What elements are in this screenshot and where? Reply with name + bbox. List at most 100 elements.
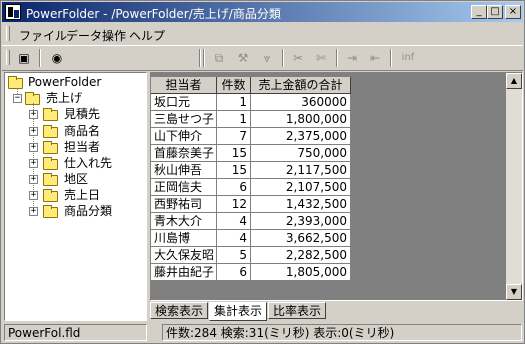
table-cell[interactable]: 秋山伸吾 — [151, 162, 217, 179]
column-header[interactable]: 件数 — [217, 77, 251, 94]
table-cell[interactable]: 1 — [217, 94, 251, 111]
table-cell[interactable]: 12 — [217, 196, 251, 213]
maximize-icon: □ — [490, 6, 500, 17]
info-icon[interactable]: inf — [397, 50, 419, 66]
menu-help[interactable]: ヘルプ — [129, 27, 165, 44]
menu-bar: ファイル データ操作 ヘルプ — [2, 23, 523, 44]
table-cell[interactable]: 2,393,000 — [251, 213, 351, 230]
table-cell[interactable]: 大久保友昭 — [151, 247, 217, 264]
expand-icon[interactable]: + — [29, 143, 38, 152]
status-info: 件数:284 検索:31(ミリ秒) 表示:0(ミリ秒) — [162, 324, 522, 341]
tree-item-label: 売上げ — [46, 91, 83, 105]
table-cell[interactable]: 山下伸介 — [151, 128, 217, 145]
hammer-icon[interactable]: ⚒ — [234, 50, 252, 66]
folder-icon — [43, 173, 58, 186]
minimize-button[interactable]: _ — [471, 5, 487, 19]
scroll-up-icon[interactable]: ▲ — [506, 73, 522, 89]
title-bar[interactable]: PowerFolder - /PowerFolder/売上げ/商品分類 _ □ … — [2, 2, 523, 22]
table-cell[interactable]: 4 — [217, 230, 251, 247]
folder-icon — [43, 125, 58, 138]
table-cell[interactable]: 2,117,500 — [251, 162, 351, 179]
table-cell[interactable]: 750,000 — [251, 145, 351, 162]
app-icon[interactable] — [5, 4, 21, 20]
collapse-icon[interactable]: − — [13, 94, 22, 103]
tree-item-label: 見積先 — [64, 107, 101, 121]
table-cell[interactable]: 1,805,000 — [251, 264, 351, 281]
table-cell[interactable]: 15 — [217, 145, 251, 162]
menu-file[interactable]: ファイル — [19, 27, 67, 44]
folder-icon — [43, 108, 58, 121]
toolbar: ▣ ◉ ⧉ ⚒ ⩔ ✂ ✄ ⇥ ⇤ inf — [2, 45, 523, 71]
table-cell[interactable]: 正岡信夫 — [151, 179, 217, 196]
column-header[interactable]: 担当者 — [151, 77, 217, 94]
tree-item-label: 地区 — [64, 172, 89, 186]
import-icon[interactable]: ⇤ — [366, 50, 384, 66]
toolbar-separator — [203, 49, 205, 67]
scissors-icon[interactable]: ✂ — [289, 50, 307, 66]
menu-grip — [6, 26, 10, 41]
status-bar: PowerFol.fld 件数:284 検索:31(ミリ秒) 表示:0(ミリ秒) — [2, 323, 523, 342]
expand-icon[interactable]: + — [29, 207, 38, 216]
table-cell[interactable]: 2,375,000 — [251, 128, 351, 145]
toolbar-separator — [282, 49, 284, 67]
tree-item-label: 商品分類 — [64, 204, 113, 218]
table-cell[interactable]: 5 — [217, 247, 251, 264]
window-title: PowerFolder - /PowerFolder/売上げ/商品分類 — [26, 7, 281, 21]
eye-icon[interactable]: ◉ — [48, 50, 66, 66]
maximize-button[interactable]: □ — [487, 5, 503, 19]
table-cell[interactable]: 3,662,500 — [251, 230, 351, 247]
table-cell[interactable]: 藤井由紀子 — [151, 264, 217, 281]
close-button[interactable]: × — [505, 5, 521, 19]
table-cell[interactable]: 2,107,500 — [251, 179, 351, 196]
table-cell[interactable]: 15 — [217, 162, 251, 179]
tab-search-view[interactable]: 検索表示 — [150, 302, 208, 319]
copy-icon[interactable]: ⧉ — [210, 50, 228, 66]
tab-ratio-view[interactable]: 比率表示 — [268, 302, 326, 319]
table-cell[interactable]: 360000 — [251, 94, 351, 111]
expand-icon[interactable]: + — [29, 191, 38, 200]
expand-icon[interactable]: + — [29, 159, 38, 168]
folder-icon — [43, 205, 58, 218]
table-cell[interactable]: 青木大介 — [151, 213, 217, 230]
table-cell[interactable]: 1,800,000 — [251, 111, 351, 128]
folder-icon — [8, 76, 23, 89]
tab-summary-view[interactable]: 集計表示 — [209, 302, 267, 321]
table-cell[interactable]: 三島せつ子 — [151, 111, 217, 128]
cut-icon[interactable]: ✄ — [312, 50, 330, 66]
folder-icon — [43, 157, 58, 170]
filter-icon[interactable]: ⩔ — [258, 50, 276, 66]
close-icon: × — [508, 6, 518, 17]
table-cell[interactable]: 1,432,500 — [251, 196, 351, 213]
folder-icon — [43, 141, 58, 154]
minimize-icon: _ — [476, 6, 482, 17]
table-cell[interactable]: 2,282,500 — [251, 247, 351, 264]
column-header[interactable]: 売上金額の合計 — [251, 77, 351, 94]
tree-item-label: 担当者 — [64, 140, 101, 154]
table-cell[interactable]: 4 — [217, 213, 251, 230]
export-icon[interactable]: ⇥ — [343, 50, 361, 66]
table-cell[interactable]: 首藤奈美子 — [151, 145, 217, 162]
table-cell[interactable]: 6 — [217, 179, 251, 196]
table-cell[interactable]: 7 — [217, 128, 251, 145]
table-cell[interactable]: 西野祐司 — [151, 196, 217, 213]
scroll-down-icon[interactable]: ▼ — [506, 284, 522, 300]
menu-data-operation[interactable]: データ操作 — [66, 27, 126, 44]
folder-icon — [43, 189, 58, 202]
chart-icon[interactable]: ▣ — [15, 50, 33, 66]
expand-icon[interactable]: + — [29, 175, 38, 184]
toolbar-separator — [39, 49, 41, 67]
tree-item-label: 仕入れ先 — [64, 156, 113, 170]
toolbar-grip — [6, 50, 10, 65]
table-cell[interactable]: 川島博 — [151, 230, 217, 247]
table-cell[interactable]: 1 — [217, 111, 251, 128]
folder-tree[interactable]: PowerFolder − 売上げ + 見積先 + 商品名 + 担当者 + 仕入… — [4, 72, 147, 321]
vertical-scrollbar[interactable]: ▲ ▼ — [506, 73, 522, 300]
expand-icon[interactable]: + — [29, 127, 38, 136]
table-cell[interactable]: 坂口元 — [151, 94, 217, 111]
summary-grid: 担当者 件数 売上金額の合計坂口元 1 360000 三島せつ子 1 1,800,000 山下伸… — [150, 72, 523, 301]
expand-icon[interactable]: + — [29, 110, 38, 119]
toolbar-separator — [336, 49, 338, 67]
table-cell[interactable]: 6 — [217, 264, 251, 281]
toolbar-separator — [390, 49, 392, 67]
tree-item-label: PowerFolder — [28, 75, 102, 89]
